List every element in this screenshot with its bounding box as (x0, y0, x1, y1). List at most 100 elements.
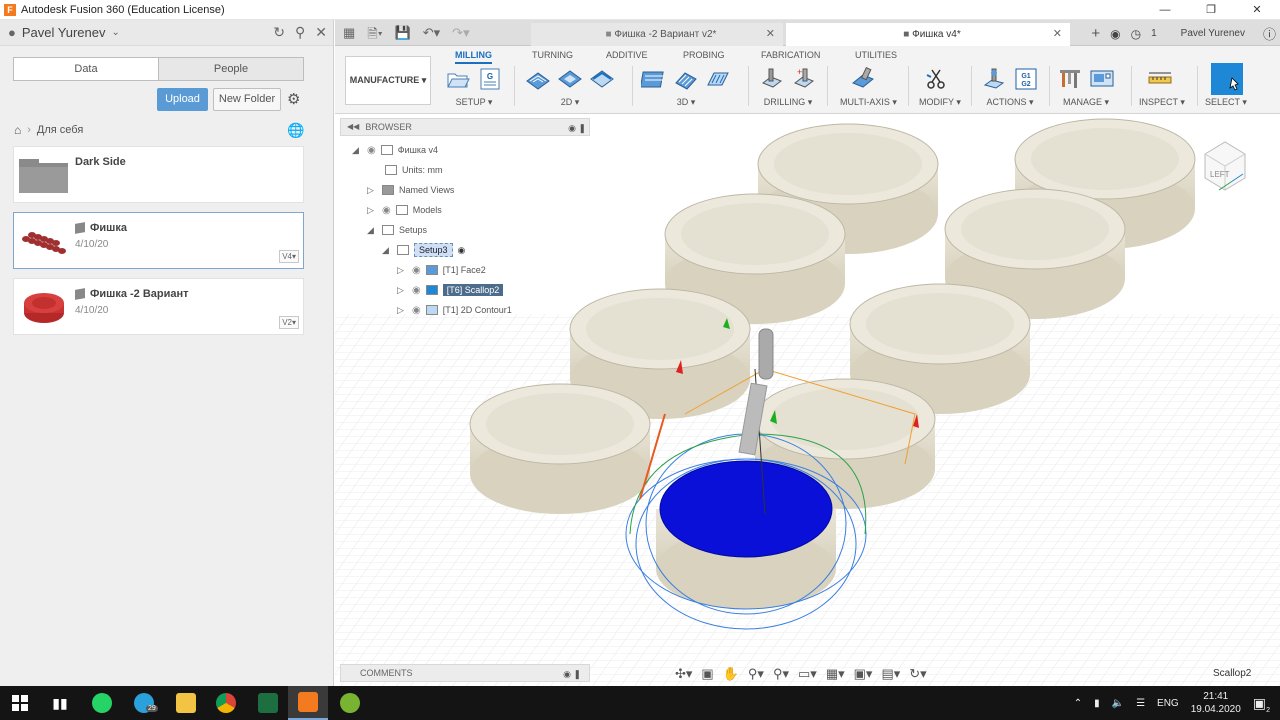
close-icon[interactable]: ✕ (766, 23, 775, 46)
tab-probing[interactable]: PROBING (683, 50, 725, 60)
chevron-down-icon[interactable]: ⌄ (111, 27, 119, 38)
tree-node-setup3[interactable]: ◢ Setup3 ◉ (382, 241, 465, 259)
language-indicator[interactable]: ENG (1157, 698, 1179, 709)
chevron-up-icon[interactable]: ⌃ (1074, 698, 1082, 709)
3d-scallop-icon[interactable] (705, 67, 731, 91)
tab-people[interactable]: People (159, 58, 303, 80)
grid-settings-icon[interactable]: ▦▾ (826, 666, 845, 682)
orbit-icon[interactable]: ✣▾ (675, 666, 692, 682)
machine-library-icon[interactable] (1089, 67, 1115, 91)
help-icon[interactable]: ⓘ (1263, 24, 1276, 43)
tab-utilities[interactable]: UTILITIES (855, 50, 897, 60)
collapse-icon[interactable]: ◀◀ (347, 119, 359, 135)
object-display-icon[interactable]: ▤▾ (881, 666, 900, 682)
breadcrumb-current[interactable]: Для себя (37, 124, 83, 136)
triangle-right-icon[interactable]: ▷ (397, 305, 407, 316)
eye-icon[interactable]: ◉ (382, 205, 391, 216)
maximize-button[interactable]: ❐ (1188, 0, 1234, 20)
tab-milling[interactable]: MILLING (455, 50, 492, 64)
user-name[interactable]: Pavel Yurenev (1181, 28, 1245, 39)
utorrent-icon[interactable] (330, 686, 370, 720)
triangle-right-icon[interactable]: ▷ (367, 205, 377, 216)
eye-icon[interactable]: ◉ (412, 265, 421, 276)
actions-menu[interactable]: ACTIONS ▾ (981, 97, 1039, 108)
comments-panel[interactable]: COMMENTS ◉ ❚ (340, 664, 590, 682)
multi-axis-menu[interactable]: MULTI-AXIS ▾ (840, 97, 897, 108)
tree-node-face2[interactable]: ▷ ◉ [T1] Face2 (397, 261, 486, 279)
tab-data[interactable]: Data (14, 58, 159, 80)
post-process-icon[interactable]: G1G2 (1013, 67, 1039, 91)
comments-controls[interactable]: ◉ ❚ (563, 666, 581, 682)
tab-document-2[interactable]: ■ Фишка v4* ✕ (786, 23, 1070, 46)
windows-start-icon[interactable] (0, 686, 40, 720)
select-menu[interactable]: SELECT ▾ (1205, 97, 1247, 108)
search-icon[interactable]: ⚲ (295, 24, 305, 41)
scissors-icon[interactable] (923, 67, 949, 91)
tree-node-contour1[interactable]: ▷ ◉ [T1] 2D Contour1 (397, 301, 512, 319)
user-name[interactable]: Pavel Yurenev (22, 25, 106, 40)
eye-icon[interactable]: ◉ (412, 285, 421, 296)
battery-icon[interactable]: ▮ (1094, 698, 1100, 709)
minimize-button[interactable]: — (1142, 0, 1188, 20)
simulate-icon[interactable] (981, 67, 1007, 91)
measure-icon[interactable] (1147, 67, 1173, 91)
close-icon[interactable]: ✕ (1053, 23, 1062, 46)
save-icon[interactable]: 💾 (395, 25, 411, 47)
3d-pocket-icon[interactable] (673, 67, 699, 91)
notifications-icon[interactable]: ▣ 2 (1253, 695, 1270, 714)
list-item[interactable]: Фишка 4/10/20 V4▾ (13, 212, 304, 269)
close-button[interactable]: ✕ (1234, 0, 1280, 20)
globe-icon[interactable]: 🌐 (287, 122, 304, 139)
grid-menu-icon[interactable]: ▦ (343, 25, 355, 47)
tree-node-setups[interactable]: ◢ Setups (367, 221, 427, 239)
select-icon[interactable] (1211, 63, 1243, 95)
whatsapp-icon[interactable] (82, 686, 122, 720)
triangle-down-icon[interactable]: ◢ (382, 245, 392, 256)
version-dropdown[interactable]: V2▾ (279, 316, 299, 329)
zoom-icon[interactable]: ⚲▾ (748, 666, 764, 682)
tab-turning[interactable]: TURNING (532, 50, 573, 60)
fusion-360-icon[interactable] (288, 686, 328, 720)
clock[interactable]: 21:41 19.04.2020 (1191, 690, 1241, 716)
triangle-right-icon[interactable]: ▷ (367, 185, 377, 196)
refresh-icon[interactable]: ↻▾ (909, 666, 926, 682)
inspect-menu[interactable]: INSPECT ▾ (1139, 97, 1185, 108)
thread-icon[interactable]: + (791, 67, 817, 91)
list-item[interactable]: Dark Side (13, 146, 304, 203)
eye-icon[interactable]: ◉ (412, 305, 421, 316)
look-at-icon[interactable]: ▣ (701, 666, 713, 682)
tree-node-document[interactable]: ◢ ◉ Фишка v4 (352, 141, 438, 159)
manage-menu[interactable]: MANAGE ▾ (1057, 97, 1115, 108)
2d-contour-icon[interactable] (589, 67, 615, 91)
upload-button[interactable]: Upload (157, 88, 208, 111)
3d-adaptive-icon[interactable] (641, 67, 667, 91)
tab-fabrication[interactable]: FABRICATION (761, 50, 820, 60)
folder-open-icon[interactable] (445, 67, 471, 91)
eye-icon[interactable]: ◉ (367, 145, 376, 156)
browser-controls[interactable]: ◉ ❚ (568, 120, 586, 136)
chrome-icon[interactable] (206, 686, 246, 720)
modify-menu[interactable]: MODIFY ▾ (919, 97, 961, 108)
gear-icon[interactable]: ⚙ (287, 90, 300, 108)
home-icon[interactable]: ⌂ (14, 123, 21, 137)
nc-program-icon[interactable]: G (477, 67, 503, 91)
tab-additive[interactable]: ADDITIVE (606, 50, 648, 60)
triangle-down-icon[interactable]: ◢ (367, 225, 377, 236)
tree-node-units[interactable]: Units: mm (385, 161, 443, 179)
job-status-icon[interactable]: ◷ (1131, 27, 1141, 41)
tree-node-models[interactable]: ▷ ◉ Models (367, 201, 442, 219)
new-tab-icon[interactable]: + (1091, 25, 1100, 42)
new-folder-button[interactable]: New Folder (213, 88, 281, 111)
3d-menu[interactable]: 3D ▾ (641, 97, 731, 108)
viewports-icon[interactable]: ▣▾ (854, 666, 873, 682)
file-icon[interactable]: 🗎▾ (367, 25, 382, 47)
list-item[interactable]: Фишка -2 Вариант 4/10/20 V2▾ (13, 278, 304, 335)
undo-icon[interactable]: ↶▾ (423, 25, 440, 47)
network-icon[interactable]: ☰ (1136, 698, 1145, 709)
excel-icon[interactable] (248, 686, 288, 720)
2d-pocket-icon[interactable] (557, 67, 583, 91)
task-view-icon[interactable]: ▮▮ (40, 686, 80, 720)
tree-node-scallop2[interactable]: ▷ ◉ [T6] Scallop2 (397, 281, 504, 299)
version-dropdown[interactable]: V4▾ (279, 250, 299, 263)
browser-header[interactable]: ◀◀ BROWSER ◉ ❚ (340, 118, 590, 136)
